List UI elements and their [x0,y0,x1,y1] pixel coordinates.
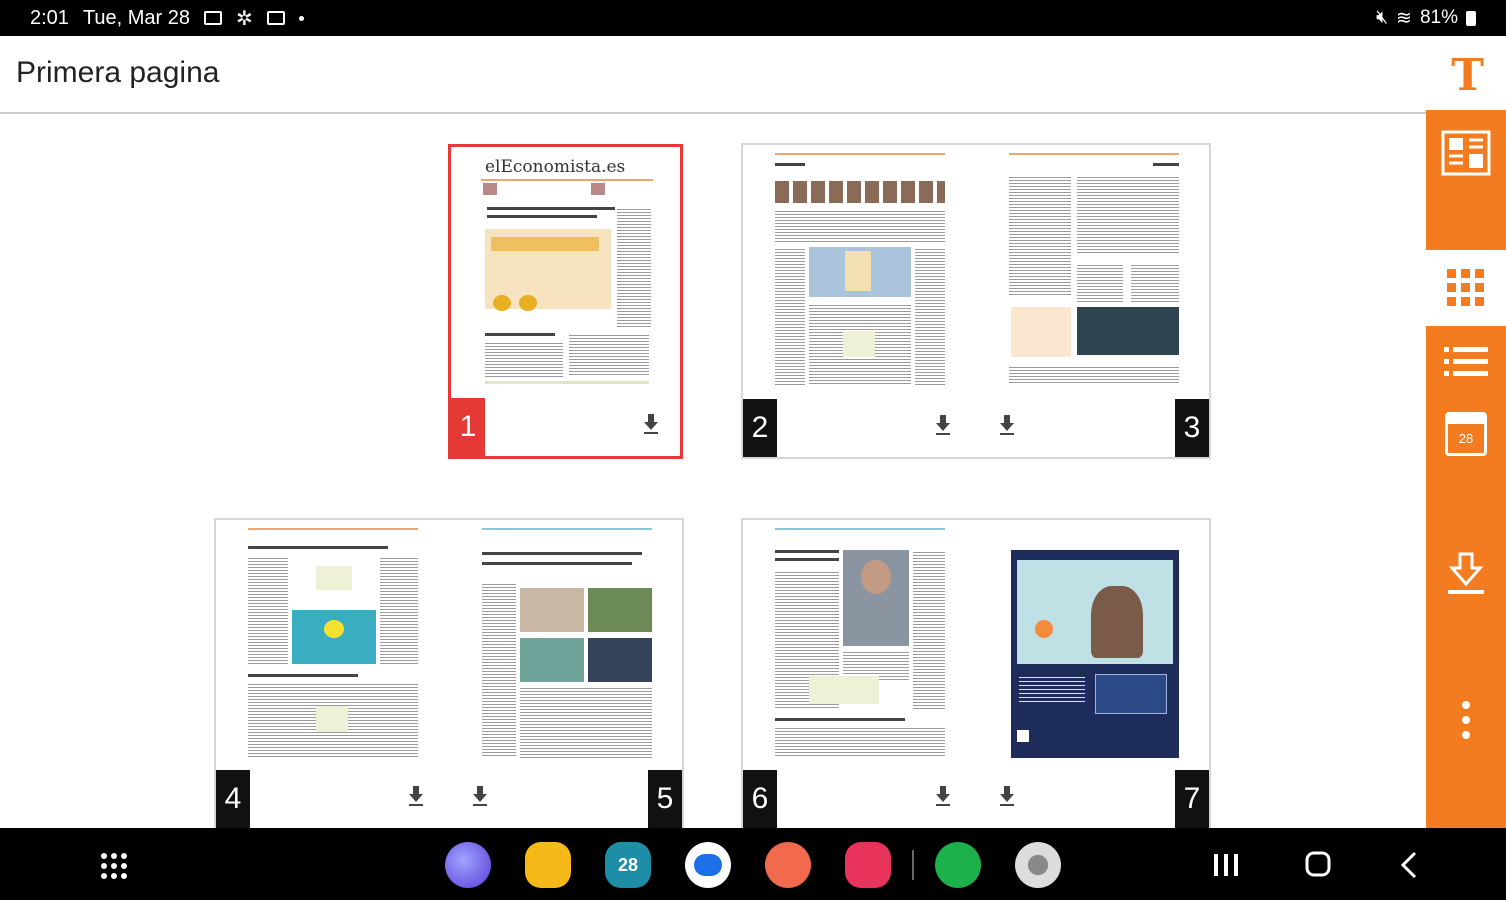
view-sidebar: 28 [1426,110,1506,830]
download-icon[interactable] [406,784,426,808]
messages-app-icon[interactable] [685,842,731,888]
contacts-app-icon[interactable] [765,842,811,888]
status-bar: 2:01 Tue, Mar 28 ✲ 🔇︎ ≋ 81% [0,0,1506,36]
more-options-button[interactable] [1426,690,1506,750]
media-notification-icon [266,11,285,25]
more-notifications-icon [298,15,304,21]
status-time: 2:01 [30,6,69,29]
page-number-2: 2 [743,399,777,457]
page-number-7: 7 [1175,770,1209,828]
page-preview-3 [1007,151,1183,385]
page-spread-2-3[interactable]: 2 3 [741,143,1211,459]
page-preview-6 [773,526,949,760]
page-preview-5 [480,526,656,760]
recent-apps-icon[interactable] [1212,852,1240,878]
page-title: Primera pagina [16,56,220,89]
page-preview-4 [246,526,422,760]
camera-app-icon[interactable] [845,842,891,888]
status-date: Tue, Mar 28 [82,6,191,29]
back-icon[interactable] [1398,850,1420,880]
page-spread-6-7[interactable]: 6 7 [741,518,1211,830]
page-layout-icon [1441,130,1491,176]
page-number-1: 1 [451,398,485,456]
gallery-app-icon[interactable] [1015,842,1061,888]
page-number-3: 3 [1175,399,1209,457]
gallery-notification-icon [204,11,223,25]
system-navigation-bar: 28 [0,828,1506,900]
download-icon[interactable] [997,413,1017,437]
download-icon[interactable] [997,784,1017,808]
dock-divider [912,850,914,880]
app-bar: Primera pagina T [0,36,1506,114]
page-preview-1: elEconomista.es [481,155,653,384]
more-vert-icon [1462,701,1470,739]
settings-notification-icon: ✲ [236,7,253,30]
calendar-day: 28 [1458,431,1474,446]
page-layout-button[interactable] [1426,118,1506,188]
calendar-icon: 28 [1445,412,1487,456]
page-preview-2 [773,151,949,385]
page-number-4: 4 [216,770,250,828]
page-spread-4-5[interactable]: 4 5 [214,518,684,830]
app-logo[interactable]: T [1451,50,1484,101]
wifi-icon: ≋ [1396,7,1412,29]
calendar-app-day: 28 [617,854,639,875]
list-icon [1444,347,1488,376]
download-all-button[interactable] [1426,544,1506,604]
download-icon[interactable] [641,412,661,436]
mute-icon: 🔇︎ [1376,7,1389,28]
grid-view-button[interactable] [1426,258,1506,318]
download-icon [1448,552,1484,594]
battery-icon [1466,10,1476,26]
list-view-button[interactable] [1426,332,1506,392]
calendar-button[interactable]: 28 [1426,404,1506,464]
app-drawer-icon[interactable] [100,852,128,880]
home-icon[interactable] [1304,850,1332,878]
page-preview-7-ad [1011,550,1179,758]
masthead: elEconomista.es [485,157,626,177]
health-app-icon[interactable] [935,842,981,888]
download-icon[interactable] [933,413,953,437]
grid-icon [1447,269,1484,306]
download-icon[interactable] [933,784,953,808]
page-number-5: 5 [648,770,682,828]
files-app-icon[interactable] [525,842,571,888]
internet-app-icon[interactable] [445,842,491,888]
calendar-app-icon[interactable]: 28 [605,842,651,888]
battery-level: 81% [1419,7,1458,28]
download-icon[interactable] [470,784,490,808]
page-thumbnail-1[interactable]: elEconomista.es 1 [448,144,683,459]
page-number-6: 6 [743,770,777,828]
